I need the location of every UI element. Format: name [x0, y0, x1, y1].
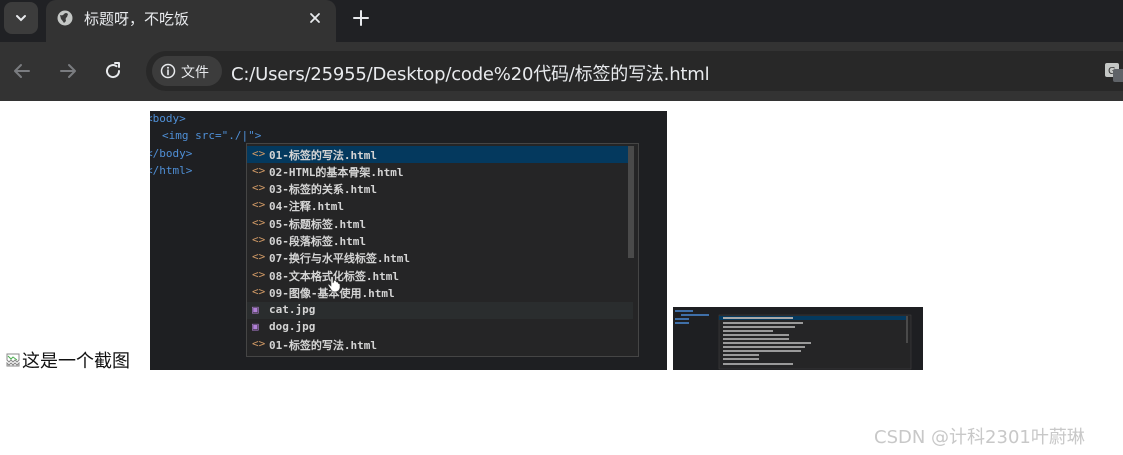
- reload-icon[interactable]: [101, 59, 125, 83]
- html-file-icon: <>: [252, 198, 266, 211]
- tab-search-button[interactable]: [4, 2, 38, 34]
- suggestion-label: dog.jpg: [269, 320, 316, 333]
- suggestion-item: <> 01-标签的写法.html: [247, 336, 633, 353]
- html-file-icon: <>: [252, 181, 266, 194]
- url-text[interactable]: C:/Users/25955/Desktop/code%20代码/标签的写法.h…: [231, 60, 710, 86]
- tab-title: 标题呀，不吃饭: [84, 10, 190, 28]
- active-tab[interactable]: 标题呀，不吃饭: [46, 0, 336, 42]
- address-bar[interactable]: 文件 C:/Users/25955/Desktop/code%20代码/标签的写…: [146, 51, 1123, 91]
- html-file-icon: <>: [252, 164, 266, 177]
- dropdown-scrollbar: [628, 146, 634, 258]
- arrow-left-icon[interactable]: [10, 59, 34, 83]
- suggestion-item: <> 08-文本格式化标签.html: [247, 267, 633, 284]
- autocomplete-dropdown: <> 01-标签的写法.html <> 02-HTML的基本骨架.html <>…: [246, 143, 639, 357]
- plus-icon[interactable]: [350, 7, 372, 29]
- suggestion-item: <> 02-HTML的基本骨架.html: [247, 163, 633, 180]
- suggestion-item: <> 06-段落标签.html: [247, 232, 633, 249]
- code-line: <img src="./|">: [162, 129, 262, 142]
- arrow-right-icon[interactable]: [56, 59, 80, 83]
- suggestion-item: <> 01-标签的写法.html: [247, 146, 633, 163]
- broken-image: 这是一个截图: [5, 349, 130, 372]
- screenshot-image-small: [673, 307, 923, 370]
- chevron-down-icon: [16, 15, 26, 22]
- html-file-icon: <>: [252, 337, 266, 350]
- globe-icon: [57, 10, 73, 26]
- screenshot-thumbnail: [673, 307, 923, 370]
- suggestion-label: 06-段落标签.html: [269, 235, 366, 248]
- html-file-icon: <>: [252, 216, 266, 229]
- suggestion-item: ▣ dog.jpg: [247, 319, 633, 336]
- code-line: </html>: [150, 164, 193, 177]
- image-file-icon: ▣: [252, 303, 259, 316]
- suggestion-label: 01-标签的写法.html: [269, 149, 377, 162]
- suggestion-item: <> 03-标签的关系.html: [247, 180, 633, 197]
- tab-strip: 标题呀，不吃饭: [0, 0, 1123, 42]
- suggestion-item: <> 04-注释.html: [247, 197, 633, 214]
- suggestion-label: 07-换行与水平线标签.html: [269, 252, 410, 265]
- html-file-icon: <>: [252, 268, 266, 281]
- watermark-text: CSDN @计科2301叶蔚琳: [874, 427, 1085, 448]
- html-file-icon: <>: [252, 250, 266, 263]
- code-line: </body>: [150, 147, 193, 160]
- suggestion-item: ▣ cat.jpg: [247, 302, 633, 319]
- suggestion-label: 05-标题标签.html: [269, 218, 366, 231]
- html-file-icon: <>: [252, 233, 266, 246]
- mouse-pointer-icon: [327, 276, 341, 293]
- page-content: 这是一个截图 <body> <img src="./|"> </body> </…: [0, 101, 1123, 455]
- broken-image-alt-text: 这是一个截图: [22, 351, 130, 372]
- translate-icon[interactable]: G: [1104, 61, 1123, 83]
- broken-image-icon: [6, 353, 20, 367]
- close-icon[interactable]: [306, 9, 324, 27]
- suggestion-item: <> 05-标题标签.html: [247, 215, 633, 232]
- screenshot-image-large: <body> <img src="./|"> </body> </html> <…: [150, 111, 667, 370]
- image-file-icon: ▣: [252, 320, 259, 333]
- suggestion-item: <> 09-图像-基本使用.html: [247, 284, 633, 301]
- site-info-chip[interactable]: 文件: [152, 56, 222, 86]
- html-file-icon: <>: [252, 147, 266, 160]
- suggestion-label: 02-HTML的基本骨架.html: [269, 166, 404, 179]
- suggestion-item: <> 07-换行与水平线标签.html: [247, 249, 633, 266]
- suggestion-label: 01-标签的写法.html: [269, 339, 377, 352]
- site-chip-label: 文件: [181, 65, 209, 81]
- browser-toolbar: 文件 C:/Users/25955/Desktop/code%20代码/标签的写…: [0, 42, 1123, 101]
- suggestion-label: cat.jpg: [269, 303, 316, 316]
- suggestion-label: 03-标签的关系.html: [269, 183, 377, 196]
- suggestion-label: 04-注释.html: [269, 200, 344, 213]
- html-file-icon: <>: [252, 285, 266, 298]
- code-line: <body>: [150, 112, 186, 125]
- info-icon: [160, 63, 176, 79]
